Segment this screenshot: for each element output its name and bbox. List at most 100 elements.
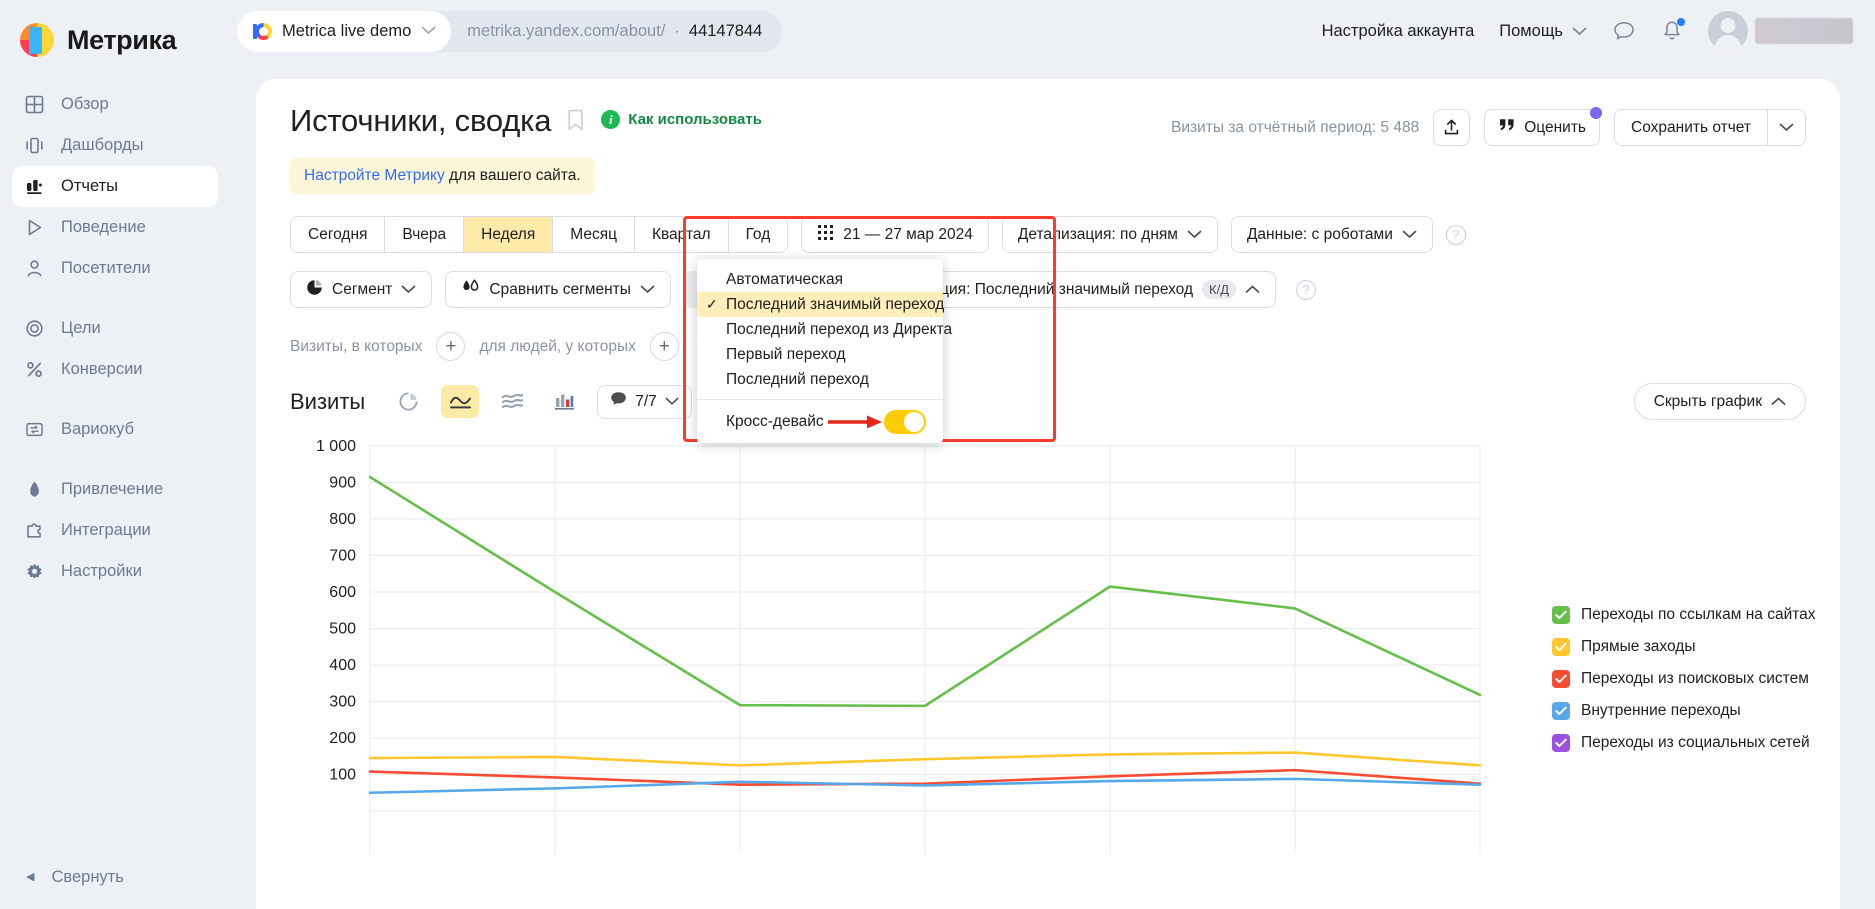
account-settings-link[interactable]: Настройка аккаунта xyxy=(1322,22,1475,41)
checkbox-checked-icon[interactable] xyxy=(1552,638,1570,656)
checkbox-checked-icon[interactable] xyxy=(1552,606,1570,624)
pie-slice-icon xyxy=(306,279,323,301)
svg-text:500: 500 xyxy=(329,621,356,638)
sidebar-item-dashbordy[interactable]: Дашборды xyxy=(12,125,218,166)
sidebar-collapse-button[interactable]: ◀ Свернуть xyxy=(0,868,228,887)
plus-circle-icon[interactable]: + xyxy=(436,332,466,361)
question-circle-icon[interactable]: ? xyxy=(1445,224,1466,245)
legend-item-2[interactable]: Переходы из поисковых систем xyxy=(1552,663,1816,695)
question-circle-icon[interactable]: ? xyxy=(1296,279,1317,300)
metrics-count: 7/7 xyxy=(635,392,657,410)
legend-item-0[interactable]: Переходы по ссылкам на сайтах xyxy=(1552,599,1816,631)
howto-link[interactable]: i Как использовать xyxy=(601,110,762,129)
plus-circle-icon[interactable]: + xyxy=(649,332,679,361)
chevron-left-icon: ◀ xyxy=(26,871,35,883)
svg-text:1 000: 1 000 xyxy=(316,438,356,455)
period-segment-month[interactable]: Месяц xyxy=(553,217,635,252)
share-upload-icon[interactable] xyxy=(1433,109,1471,146)
legend-item-4[interactable]: Переходы из социальных сетей xyxy=(1552,727,1816,759)
sidebar-item-label: Конверсии xyxy=(61,360,143,378)
period-segment-quarter[interactable]: Квартал xyxy=(634,217,729,252)
check-icon: ✓ xyxy=(706,296,718,312)
sidebar-item-otchety[interactable]: Отчеты xyxy=(12,166,218,207)
hide-chart-button[interactable]: Скрыть график xyxy=(1633,383,1806,420)
period-segment-year[interactable]: Год xyxy=(728,217,788,252)
site-separator: · xyxy=(674,21,680,40)
attribution-option-first[interactable]: Первый переход xyxy=(697,342,943,367)
bookmark-icon[interactable] xyxy=(567,109,584,136)
save-report-button[interactable]: Сохранить отчет xyxy=(1615,110,1767,145)
checkbox-checked-icon[interactable] xyxy=(1552,702,1570,720)
app-root: Метрика Обзор Дашборды Отчеты Поведение … xyxy=(0,0,1875,909)
notification-dot xyxy=(1677,18,1685,26)
period-segment-today[interactable]: Сегодня xyxy=(291,217,386,252)
attribution-option-label: Последний переход из Директа xyxy=(726,320,953,338)
pie-chart-icon[interactable] xyxy=(389,385,428,418)
title-row: Источники, сводка i Как использовать Виз… xyxy=(290,105,1806,146)
sidebar-item-integratsii[interactable]: Интеграции xyxy=(12,510,218,551)
attribution-option-label: Первый переход xyxy=(726,345,846,363)
checkbox-checked-icon[interactable] xyxy=(1552,734,1570,752)
chevron-down-icon xyxy=(665,393,679,411)
bell-icon[interactable] xyxy=(1661,18,1685,43)
attribution-option-label: Последний переход xyxy=(726,370,869,388)
detail-level-dropdown[interactable]: Детализация: по дням xyxy=(1001,216,1218,253)
checkbox-checked-icon[interactable] xyxy=(1552,670,1570,688)
rate-button[interactable]: Оценить xyxy=(1484,107,1602,146)
metrics-selector[interactable]: 7/7 xyxy=(597,384,692,419)
data-source-dropdown[interactable]: Данные: с роботами xyxy=(1230,216,1433,253)
period-segment-yesterday[interactable]: Вчера xyxy=(385,217,465,252)
attribution-option-auto[interactable]: Автоматическая xyxy=(697,267,943,292)
info-circle-icon: i xyxy=(601,110,621,129)
sidebar-item-nastroyki[interactable]: Настройки xyxy=(12,551,218,592)
brand[interactable]: Метрика xyxy=(0,0,228,62)
legend-item-3[interactable]: Внутренние переходы xyxy=(1552,695,1816,727)
legend-label: Переходы из социальных сетей xyxy=(1581,734,1810,751)
sidebar-item-label: Интеграции xyxy=(61,521,151,539)
sidebar-item-obzor[interactable]: Обзор xyxy=(12,84,218,125)
line-chart[interactable]: 1 000 900 800 700 600 500 400 300 200 100 xyxy=(290,434,1490,854)
segment-builder: Визиты, в которых + для людей, у которых… xyxy=(290,332,1806,361)
chart-svg: 1 000 900 800 700 600 500 400 300 200 100 xyxy=(316,438,1482,854)
date-range-picker[interactable]: 21 — 27 мар 2024 xyxy=(801,216,989,253)
site-selector[interactable]: Metrica live demo metrika.yandex.com/abo… xyxy=(237,10,783,52)
attribution-option-last-significant[interactable]: ✓ Последний значимый переход xyxy=(697,292,944,317)
sidebar-item-posetiteli[interactable]: Посетители xyxy=(12,248,218,289)
period-segment-week[interactable]: Неделя xyxy=(464,217,554,252)
svg-text:900: 900 xyxy=(329,475,356,492)
compare-segments-dropdown[interactable]: Сравнить сегменты xyxy=(445,271,671,308)
sidebar-item-tseli[interactable]: Цели xyxy=(12,308,218,349)
chevron-up-icon xyxy=(1245,281,1260,299)
sidebar-item-povedenie[interactable]: Поведение xyxy=(12,207,218,248)
legend-item-1[interactable]: Прямые заходы xyxy=(1552,631,1816,663)
save-report-dropdown[interactable] xyxy=(1767,110,1805,145)
bar-chart-icon[interactable] xyxy=(545,385,584,418)
attribution-dropdown-menu[interactable]: Автоматическая ✓ Последний значимый пере… xyxy=(697,259,952,443)
help-menu[interactable]: Помощь xyxy=(1499,22,1587,41)
sidebar-item-variokub[interactable]: Вариокуб xyxy=(12,409,218,450)
person-icon xyxy=(24,258,45,279)
segment-dropdown[interactable]: Сегмент xyxy=(290,271,433,308)
attribution-option-last-direct[interactable]: Последний переход из Директа xyxy=(697,317,952,342)
svg-text:200: 200 xyxy=(329,730,356,747)
stacked-area-icon[interactable] xyxy=(493,385,532,418)
visits-condition-label: Визиты, в которых xyxy=(290,337,423,355)
setup-notice-link[interactable]: Настройте Метрику xyxy=(304,167,445,184)
speech-bubble-icon xyxy=(610,391,627,412)
cross-device-toggle[interactable] xyxy=(884,409,926,434)
chat-bubble-icon[interactable] xyxy=(1612,19,1636,43)
attribution-option-last[interactable]: Последний переход xyxy=(697,367,943,392)
sidebar-item-konversii[interactable]: Конверсии xyxy=(12,349,218,390)
user-menu[interactable] xyxy=(1708,11,1853,51)
cross-device-row: Кросс-девайс xyxy=(697,400,943,443)
chevron-down-icon xyxy=(421,22,436,40)
title-actions: Визиты за отчётный период: 5 488 Оценить… xyxy=(1171,105,1806,146)
sidebar-item-privlechenie[interactable]: Привлечение xyxy=(12,469,218,510)
variocube-icon xyxy=(24,419,45,440)
rate-badge-dot xyxy=(1590,107,1602,119)
period-filters: Сегодня Вчера Неделя Месяц Квартал Год 2… xyxy=(290,216,1806,253)
line-chart-icon[interactable] xyxy=(441,385,480,418)
chevron-down-icon xyxy=(401,281,416,299)
site-chip[interactable]: Metrica live demo xyxy=(237,10,452,52)
sidebar-item-label: Обзор xyxy=(61,95,109,113)
